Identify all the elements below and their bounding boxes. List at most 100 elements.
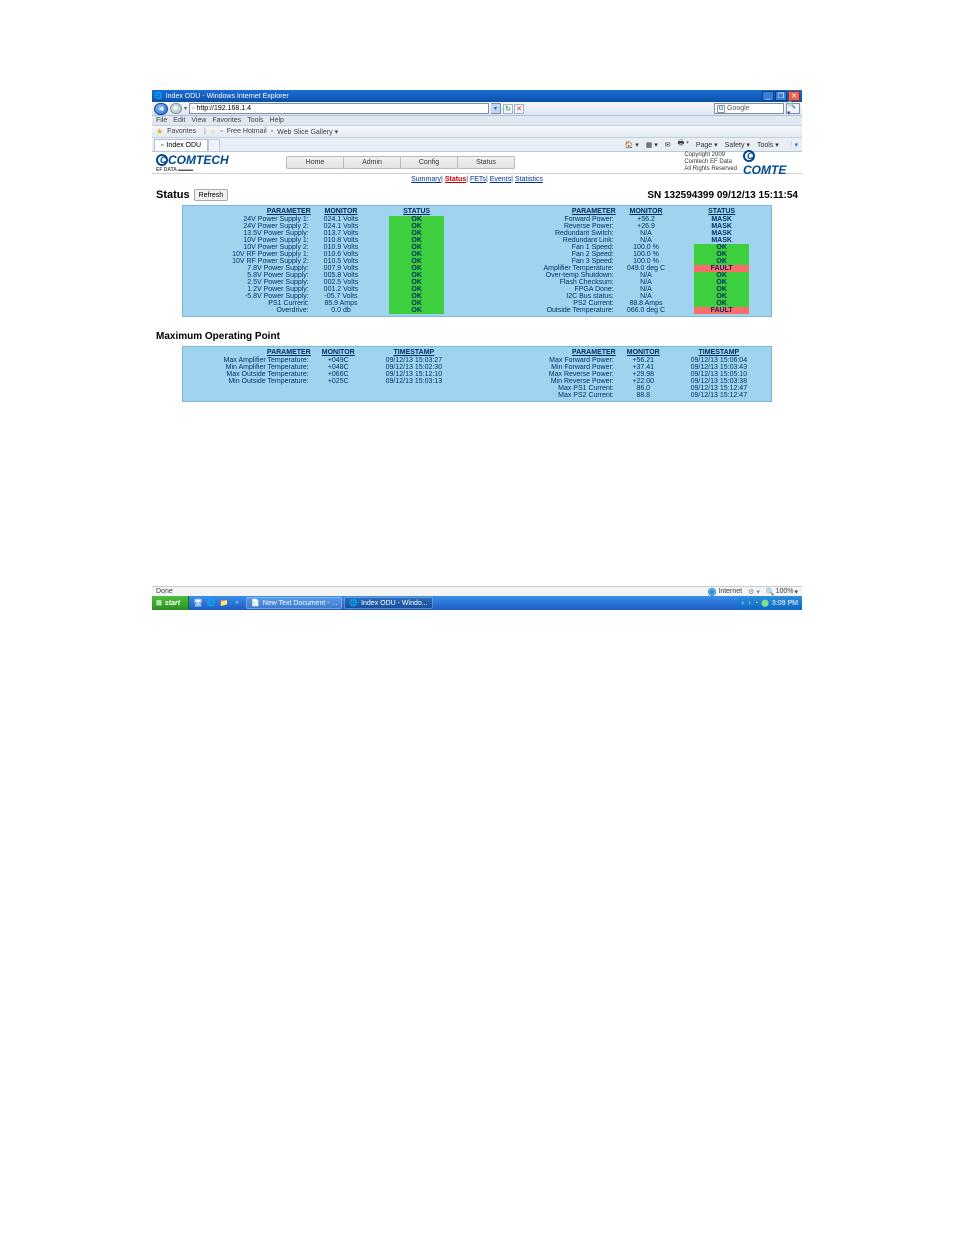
zoom-icon[interactable]: 🔍 [766, 588, 775, 596]
cell-parameter: 5.8V Power Supply: [187, 272, 311, 279]
taskbar-item-ie[interactable]: 🌐 Index ODU - Windo... [344, 597, 432, 609]
quicklaunch-more[interactable]: » [232, 598, 242, 608]
cell-monitor: N/A [616, 237, 677, 244]
print-icon[interactable]: 🖶 ▾ [676, 139, 691, 150]
menu-view[interactable]: View [191, 117, 206, 124]
search-button[interactable]: 🔍▾ [786, 103, 800, 114]
cell-monitor: 002.5 Volts [311, 279, 372, 286]
status-table-right: PARAMETER MONITOR STATUS Forward Power:+… [492, 208, 767, 314]
cell-monitor: 010.6 Volts [311, 251, 372, 258]
start-button[interactable]: ⊞ start [152, 596, 189, 610]
refresh-icon[interactable]: ↻ [503, 104, 513, 114]
subnav-status[interactable]: Status [445, 176, 466, 183]
cell-status: OK [371, 237, 462, 244]
status-heading: Status [156, 189, 190, 201]
cell-monitor: +56.2 [616, 216, 677, 223]
taskbar-item-notepad[interactable]: 📄 New Text Document - ... [246, 597, 342, 609]
suggested-star-icon[interactable]: ☆ [210, 128, 216, 136]
home-icon[interactable]: 🏠 ▾ [623, 141, 641, 149]
cell-parameter: Fan 2 Speed: [492, 251, 616, 258]
cell-parameter: Reverse Power: [492, 223, 616, 230]
protected-mode-icon[interactable]: ⚙ ▾ [748, 588, 760, 596]
page-menu[interactable]: Page ▾ [694, 141, 720, 149]
url-dropdown[interactable]: ▾ [491, 103, 501, 114]
table-row: Reverse Power:+26.9MASK [492, 223, 767, 230]
cell-parameter: PS2 Current: [492, 300, 616, 307]
cell-monitor: 010.9 Volts [311, 244, 372, 251]
cell-timestamp: 09/12/13 15:06:04 [671, 357, 767, 364]
zoom-dropdown[interactable]: ▾ [794, 588, 798, 596]
address-bar[interactable]: ▫ [189, 103, 489, 114]
cell-parameter: Min Forward Power: [492, 364, 616, 371]
forward-button[interactable]: ► [170, 103, 182, 114]
nav-home[interactable]: Home [286, 156, 344, 169]
cell-status: OK [371, 272, 462, 279]
cell-status: FAULT [676, 265, 767, 272]
cell-timestamp: 09/12/13 15:03:13 [366, 378, 462, 385]
maximize-button[interactable]: ❐ [775, 91, 787, 101]
read-mail-icon[interactable]: ✉ [663, 141, 673, 149]
table-row: Min Forward Power:+37.4109/12/13 15:03:4… [492, 364, 767, 371]
subnav-statistics[interactable]: Statistics [515, 176, 543, 183]
th-monitor: MONITOR [616, 208, 677, 216]
cell-parameter: Fan 3 Speed: [492, 258, 616, 265]
tab-index-odu[interactable]: ▫ Index ODU [154, 139, 208, 151]
cell-status: OK [676, 244, 767, 251]
refresh-button[interactable]: Refresh [194, 189, 229, 201]
cell-monitor: +048C [311, 364, 366, 371]
explorer-quicklaunch-icon[interactable]: 📁 [219, 598, 229, 608]
url-input[interactable] [197, 105, 487, 112]
cell-status: OK [371, 307, 462, 314]
cell-parameter: 10V Power Supply 1: [187, 237, 311, 244]
th-parameter: PARAMETER [492, 349, 616, 357]
nav-status[interactable]: Status [457, 156, 515, 169]
fav-item-webslice[interactable]: Web Slice Gallery ▾ [277, 128, 338, 136]
cell-status: MASK [676, 223, 767, 230]
table-row: 24V Power Supply 1:024.1 VoltsOK [187, 216, 462, 223]
cell-parameter: 24V Power Supply 1: [187, 216, 311, 223]
fav-page-icon2: ▫ [271, 128, 273, 135]
tray-icon[interactable]: ‹ [749, 600, 751, 607]
new-tab-button[interactable] [208, 139, 220, 151]
favorites-bar: ★ Favorites | ☆ ▫ Free Hotmail ▫ Web Sli… [152, 126, 802, 138]
nav-admin[interactable]: Admin [343, 156, 401, 169]
cell-status: OK [371, 230, 462, 237]
cell-monitor: 001.2 Volts [311, 286, 372, 293]
feeds-icon[interactable]: ▦ ▾ [644, 141, 660, 149]
menu-edit[interactable]: Edit [173, 117, 185, 124]
table-row: Fan 2 Speed:100.0 %OK [492, 251, 767, 258]
help-icon[interactable]: ❔▾ [784, 141, 800, 149]
menu-favorites[interactable]: Favorites [212, 117, 241, 124]
cell-monitor: 066.0 deg C [616, 307, 677, 314]
menu-tools[interactable]: Tools [247, 117, 263, 124]
menu-file[interactable]: File [156, 117, 167, 124]
subnav-events[interactable]: Events [490, 176, 511, 183]
search-box[interactable]: G Google [714, 103, 784, 114]
favorites-star-icon[interactable]: ★ [156, 127, 163, 136]
subnav-fets[interactable]: FETs [470, 176, 486, 183]
cell-monitor: 100.0 % [616, 258, 677, 265]
close-button[interactable]: ✕ [788, 91, 800, 101]
table-row: Fan 1 Speed:100.0 %OK [492, 244, 767, 251]
show-desktop-icon[interactable]: 🖥 [193, 598, 203, 608]
safety-menu[interactable]: Safety ▾ [723, 141, 752, 149]
tools-menu[interactable]: Tools ▾ [755, 141, 781, 149]
cell-monitor: +22.00 [616, 378, 671, 385]
table-row: Min Reverse Power:+22.0009/12/13 15:03:3… [492, 378, 767, 385]
fav-item-hotmail[interactable]: Free Hotmail [227, 128, 267, 135]
ie-quicklaunch-icon[interactable]: 🌐 [206, 598, 216, 608]
cell-status: MASK [676, 237, 767, 244]
minimize-button[interactable]: _ [762, 91, 774, 101]
cell-parameter: -5.8V Power Supply: [187, 293, 311, 300]
th-timestamp: TIMESTAMP [671, 349, 767, 357]
clock[interactable]: 3:09 PM [772, 600, 798, 607]
tray-icon[interactable]: ◐ [741, 600, 745, 607]
tray-icon[interactable]: ◔ [754, 600, 758, 607]
back-button[interactable]: ◄ [154, 103, 168, 115]
subnav-summary[interactable]: Summary [411, 176, 441, 183]
tray-icon[interactable]: ⬤ [761, 599, 769, 607]
dropdown-icon[interactable]: ▾ [184, 105, 187, 112]
menu-help[interactable]: Help [270, 117, 284, 124]
stop-icon[interactable]: ✕ [514, 104, 524, 114]
nav-config[interactable]: Config [400, 156, 458, 169]
